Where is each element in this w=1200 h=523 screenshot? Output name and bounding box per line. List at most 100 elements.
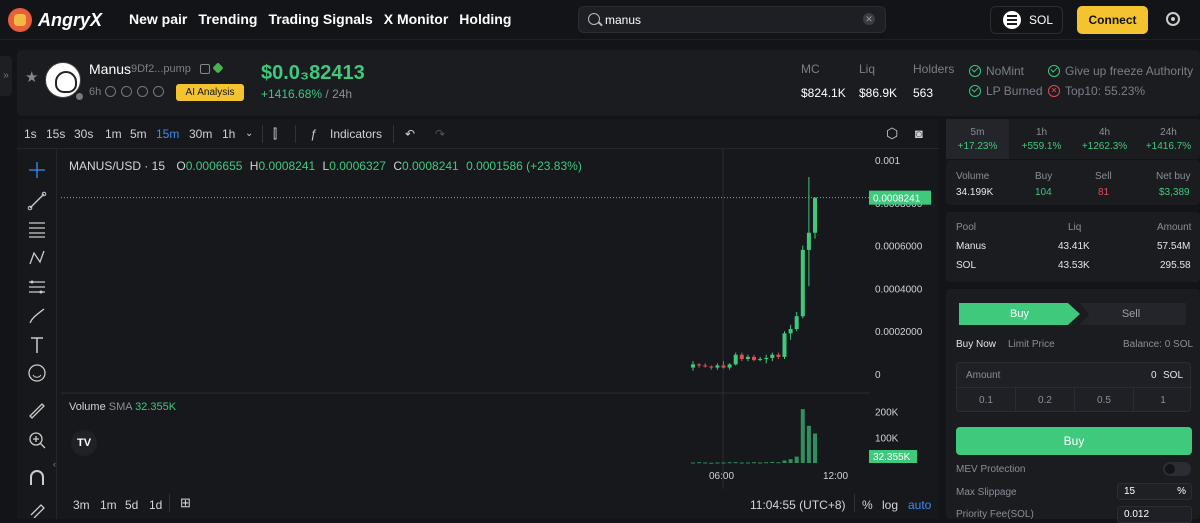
priority-fee-input[interactable]: 0.012 (1117, 506, 1192, 523)
fib-lines-icon[interactable] (27, 219, 47, 239)
divider (295, 124, 296, 143)
range-1d[interactable]: 1d (149, 498, 162, 512)
trend-line-icon[interactable] (27, 191, 47, 211)
tf-30s[interactable]: 30s (74, 127, 93, 141)
mev-protection-toggle[interactable] (1163, 462, 1191, 476)
nav-holding[interactable]: Holding (459, 11, 511, 27)
buy-now-tab[interactable]: Buy Now (956, 339, 996, 350)
nav-trading-signals[interactable]: Trading Signals (268, 11, 372, 27)
undo-icon[interactable]: ↶ (405, 127, 415, 141)
ohlc-o-label: O (176, 159, 186, 173)
preset-0-1[interactable]: 0.1 (957, 388, 1016, 412)
copy-address-icon[interactable] (200, 64, 210, 74)
forecast-icon[interactable] (27, 277, 47, 297)
magnet-icon[interactable] (27, 468, 47, 488)
sell-tab[interactable]: Sell (1079, 303, 1186, 325)
nav-trending[interactable]: Trending (198, 11, 257, 27)
log-toggle[interactable]: log (882, 498, 898, 512)
table-row-cell: 43.41K (1058, 241, 1090, 252)
price-chart-svg: 0.0010.00080000.00060000.00040000.000200… (61, 149, 931, 489)
redo-icon[interactable]: ↷ (435, 127, 445, 141)
ai-analysis-button[interactable]: AI Analysis (176, 84, 244, 101)
percent-toggle[interactable]: % (862, 498, 873, 512)
settings-gear-icon[interactable] (1166, 12, 1180, 26)
ruler-icon[interactable] (27, 401, 47, 421)
zoom-in-icon[interactable] (27, 430, 47, 450)
amount-presets: 0.1 0.2 0.5 1 (957, 387, 1192, 412)
tf-more-chevron-down-icon[interactable]: ⌄ (245, 128, 253, 139)
chart-area[interactable]: 0.0010.00080000.00060000.00040000.000200… (61, 149, 939, 519)
stat-holders-label: Holders (913, 62, 955, 76)
limit-price-tab[interactable]: Limit Price (1008, 339, 1055, 350)
preset-0-2[interactable]: 0.2 (1016, 388, 1075, 412)
range-3m[interactable]: 3m (73, 498, 90, 512)
indicators-fx-icon[interactable]: ƒ (310, 127, 317, 141)
crosshair-icon[interactable] (27, 160, 47, 180)
tab-1h[interactable]: 1h +559.1% (1010, 119, 1073, 159)
social-links (105, 86, 164, 97)
indicators-button[interactable]: Indicators (330, 127, 382, 141)
auto-toggle[interactable]: auto (908, 498, 931, 512)
amount-input-box[interactable]: Amount 0 SOL 0.1 0.2 0.5 1 (956, 362, 1192, 412)
tf-5m[interactable]: 5m (130, 127, 147, 141)
price-change-pct: +1416.68% (261, 87, 323, 101)
token-price: $0.0₃82413 (261, 62, 365, 84)
tf-30m[interactable]: 30m (189, 127, 212, 141)
volume-bar (727, 462, 732, 464)
chain-selector[interactable]: SOL (990, 6, 1063, 34)
website-globe-icon[interactable] (137, 86, 148, 97)
candle-type-icon[interactable]: ⫿ (273, 126, 277, 142)
tf-1s[interactable]: 1s (24, 127, 37, 141)
buy-button[interactable]: Buy (956, 427, 1192, 455)
buy-tab[interactable]: Buy (959, 303, 1080, 325)
nav-new-pair[interactable]: New pair (129, 11, 187, 27)
tf-15m[interactable]: 15m (156, 127, 179, 141)
volume-value: 34.199K (956, 187, 994, 198)
favorite-star-icon[interactable]: ★ (25, 68, 38, 86)
range-1m[interactable]: 1m (100, 498, 117, 512)
check-circle-icon (969, 65, 981, 77)
settings-hex-icon[interactable]: ⬡ (886, 125, 898, 142)
search-input[interactable] (605, 11, 845, 29)
tf-1m[interactable]: 1m (105, 127, 122, 141)
search-token-icon[interactable] (105, 86, 116, 97)
brush-icon[interactable] (27, 306, 47, 326)
tradingview-logo-icon[interactable]: TV (71, 430, 97, 456)
date-range-calendar-icon[interactable]: ⊞ (180, 495, 191, 511)
connect-button[interactable]: Connect (1077, 6, 1148, 34)
candle-body (721, 365, 726, 368)
buy-count-label: Buy (1035, 171, 1053, 182)
tab-24h[interactable]: 24h +1416.7% (1137, 119, 1200, 159)
amount-value[interactable]: 0 (1151, 370, 1157, 381)
tf-15s[interactable]: 15s (46, 127, 65, 141)
emoji-smile-icon[interactable] (27, 363, 47, 383)
slippage-input[interactable]: 15% (1117, 483, 1192, 500)
timeframe-change-tabs: 5m +17.23% 1h +559.1% 4h +1262.3% 24h +1416.… (946, 119, 1200, 159)
range-5d[interactable]: 5d (125, 498, 138, 512)
price-change: +1416.68% / 24h (261, 87, 352, 101)
collapse-toolbar-chevron-icon[interactable]: ‹ (53, 459, 56, 469)
camera-screenshot-icon[interactable]: ◙ (915, 126, 923, 141)
volume-bar (745, 462, 750, 464)
y-tick-label: 0.0002000 (875, 327, 923, 338)
clear-search-icon[interactable]: ✕ (863, 13, 875, 25)
preset-0-5[interactable]: 0.5 (1075, 388, 1134, 412)
text-tool-icon[interactable] (27, 335, 47, 355)
clock-time[interactable]: 11:04:55 (UTC+8) (750, 498, 846, 512)
sidebar-expand-toggle[interactable]: » (0, 56, 12, 96)
tab-5m[interactable]: 5m +17.23% (946, 119, 1009, 159)
candle-body (703, 365, 708, 367)
preset-1[interactable]: 1 (1134, 388, 1192, 412)
brand-logo[interactable]: AngryX (8, 8, 102, 32)
pattern-icon[interactable] (27, 248, 47, 268)
slippage-unit: % (1177, 486, 1186, 497)
tab-5m-pct: +17.23% (957, 141, 998, 152)
tf-1h[interactable]: 1h (222, 127, 235, 141)
stat-liq-value: $86.9K (859, 86, 898, 100)
solana-icon (1003, 11, 1021, 29)
nav-x-monitor[interactable]: X Monitor (384, 11, 449, 27)
external-link-icon[interactable] (153, 86, 164, 97)
tab-4h[interactable]: 4h +1262.3% (1073, 119, 1136, 159)
divider (854, 494, 855, 512)
x-twitter-icon[interactable] (121, 86, 132, 97)
